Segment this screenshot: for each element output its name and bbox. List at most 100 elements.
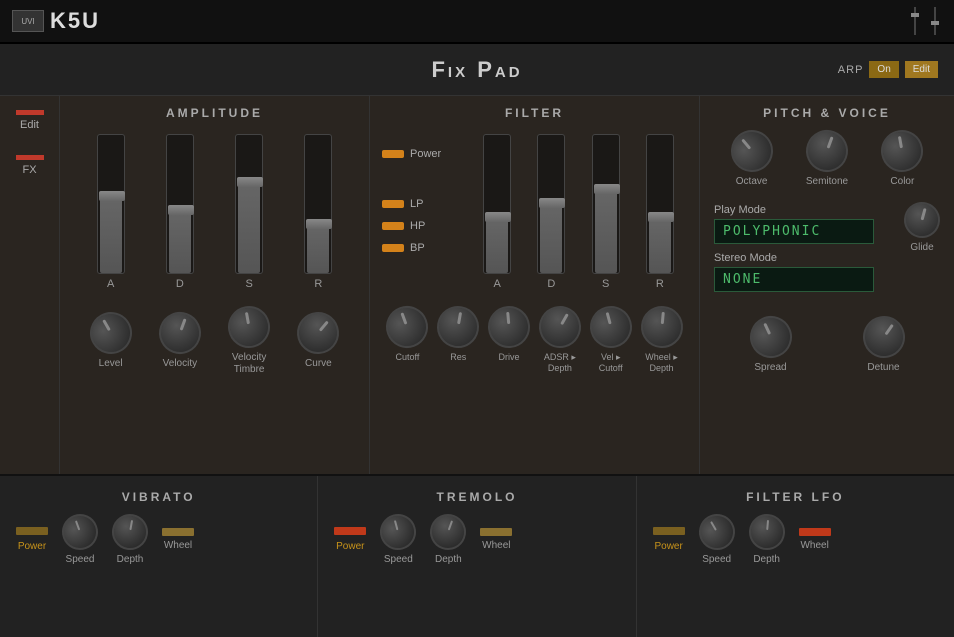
wheel-depth-knob-container: Wheel ▸Depth bbox=[641, 306, 683, 374]
level-knob[interactable] bbox=[82, 304, 139, 361]
adsr-s-column: S bbox=[235, 134, 263, 290]
lp-label: LP bbox=[410, 198, 423, 210]
filter-section: FILTER Power LP HP BP bbox=[370, 96, 700, 474]
play-mode-label: Play Mode bbox=[714, 204, 898, 216]
vibrato-title: VIBRATO bbox=[16, 490, 301, 504]
cutoff-knob[interactable] bbox=[380, 300, 434, 354]
res-label: Res bbox=[450, 352, 466, 363]
tremolo-power-led bbox=[334, 527, 366, 535]
vibrato-depth-knob[interactable] bbox=[109, 511, 151, 553]
filter-top: Power LP HP BP bbox=[382, 130, 687, 290]
play-mode-display[interactable]: POLYPHONIC bbox=[714, 219, 874, 244]
filter-s-slider[interactable] bbox=[592, 134, 620, 274]
tremolo-speed-label: Speed bbox=[384, 554, 413, 565]
level-label: Level bbox=[99, 358, 123, 370]
filter-bp-switch[interactable]: BP bbox=[382, 242, 462, 254]
octave-label: Octave bbox=[736, 176, 768, 188]
logo-icon: UVI bbox=[12, 10, 44, 32]
filter-hp-switch[interactable]: HP bbox=[382, 220, 462, 232]
tremolo-controls: Power Speed Depth Wheel bbox=[334, 514, 619, 565]
play-mode-container: Play Mode POLYPHONIC bbox=[714, 204, 898, 244]
detune-label: Detune bbox=[867, 362, 899, 374]
detune-knob-container: Detune bbox=[863, 316, 905, 374]
filter-lfo-power-container: Power bbox=[653, 527, 685, 552]
preset-title: Fix Pad bbox=[431, 57, 522, 83]
amplitude-knobs: Level Velocity VelocityTimbre Curve bbox=[76, 306, 353, 376]
velocity-timbre-knob-container: VelocityTimbre bbox=[228, 306, 270, 376]
semitone-knob[interactable] bbox=[800, 124, 854, 178]
adsr-a-column: A bbox=[97, 134, 125, 290]
adsr-a-label: A bbox=[107, 278, 114, 290]
velocity-timbre-knob[interactable] bbox=[225, 303, 274, 352]
vibrato-wheel-led bbox=[162, 528, 194, 536]
res-knob[interactable] bbox=[434, 303, 483, 352]
stereo-mode-container: Stereo Mode NONE bbox=[714, 252, 898, 292]
drive-knob[interactable] bbox=[486, 304, 532, 350]
hp-led bbox=[382, 222, 404, 230]
arp-on-button[interactable]: On bbox=[869, 61, 898, 78]
adsr-r-column: R bbox=[304, 134, 332, 290]
hp-label: HP bbox=[410, 220, 425, 232]
vibrato-wheel-container: Wheel bbox=[162, 528, 194, 551]
adsr-s-slider[interactable] bbox=[235, 134, 263, 274]
spread-knob[interactable] bbox=[743, 309, 799, 365]
amplitude-title: AMPLITUDE bbox=[76, 106, 353, 120]
tremolo-speed-knob[interactable] bbox=[376, 510, 420, 554]
logo-text: K5U bbox=[50, 8, 100, 34]
filter-adsr-s: S bbox=[592, 134, 620, 290]
velocity-timbre-label: VelocityTimbre bbox=[232, 352, 266, 376]
filter-lfo-panel: FILTER LFO Power Speed Depth Wheel bbox=[637, 476, 954, 637]
velocity-knob[interactable] bbox=[153, 306, 207, 360]
filter-lfo-speed-knob[interactable] bbox=[692, 507, 741, 556]
bottom-section: VIBRATO Power Speed Depth Wheel TREMOLO bbox=[0, 476, 954, 637]
wheel-depth-label: Wheel ▸Depth bbox=[645, 352, 678, 374]
filter-lfo-controls: Power Speed Depth Wheel bbox=[653, 514, 938, 565]
tremolo-depth-knob[interactable] bbox=[425, 509, 471, 555]
edit-button[interactable]: Edit bbox=[16, 110, 44, 131]
octave-knob[interactable] bbox=[722, 121, 781, 180]
adsr-r-label: R bbox=[314, 278, 322, 290]
velocity-label: Velocity bbox=[163, 358, 197, 370]
drive-knob-container: Drive bbox=[488, 306, 530, 374]
level-knob-container: Level bbox=[90, 312, 132, 370]
filter-r-label: R bbox=[656, 278, 664, 290]
glide-knob[interactable] bbox=[900, 198, 944, 242]
main-section: Edit FX AMPLITUDE A D bbox=[0, 96, 954, 476]
filter-d-slider[interactable] bbox=[537, 134, 565, 274]
spread-knob-container: Spread bbox=[750, 316, 792, 374]
velocity-knob-container: Velocity bbox=[159, 312, 201, 370]
semitone-knob-container: Semitone bbox=[806, 130, 848, 188]
adsr-d-slider[interactable] bbox=[166, 134, 194, 274]
tremolo-panel: TREMOLO Power Speed Depth Wheel bbox=[318, 476, 636, 637]
vibrato-speed-knob[interactable] bbox=[57, 509, 103, 555]
vel-cutoff-knob[interactable] bbox=[585, 301, 636, 352]
left-sidebar: Edit FX bbox=[0, 96, 60, 474]
adsr-r-slider[interactable] bbox=[304, 134, 332, 274]
filter-lfo-speed-container: Speed bbox=[699, 514, 735, 565]
detune-knob[interactable] bbox=[854, 308, 912, 366]
cutoff-label: Cutoff bbox=[395, 352, 419, 363]
vibrato-power-led bbox=[16, 527, 48, 535]
filter-a-slider[interactable] bbox=[483, 134, 511, 274]
filter-lfo-depth-knob[interactable] bbox=[747, 512, 786, 551]
power-led bbox=[382, 150, 404, 158]
stereo-mode-display[interactable]: NONE bbox=[714, 267, 874, 292]
color-knob[interactable] bbox=[878, 127, 927, 176]
tremolo-depth-container: Depth bbox=[430, 514, 466, 565]
vibrato-panel: VIBRATO Power Speed Depth Wheel bbox=[0, 476, 318, 637]
filter-switches: Power LP HP BP bbox=[382, 130, 462, 290]
preset-bar: Fix Pad ARP On Edit bbox=[0, 44, 954, 96]
filter-lfo-depth-label: Depth bbox=[753, 554, 780, 565]
header-slider-2 bbox=[928, 7, 942, 35]
tremolo-power-label: Power bbox=[336, 541, 364, 552]
fx-button[interactable]: FX bbox=[16, 155, 44, 176]
filter-power-switch[interactable]: Power bbox=[382, 148, 462, 160]
wheel-depth-knob[interactable] bbox=[639, 304, 685, 350]
adsr-a-slider[interactable] bbox=[97, 134, 125, 274]
spread-label: Spread bbox=[754, 362, 786, 374]
filter-lp-switch[interactable]: LP bbox=[382, 198, 462, 210]
curve-knob[interactable] bbox=[289, 303, 348, 362]
filter-r-slider[interactable] bbox=[646, 134, 674, 274]
adsr-depth-knob[interactable] bbox=[531, 298, 588, 355]
arp-edit-button[interactable]: Edit bbox=[905, 61, 938, 78]
